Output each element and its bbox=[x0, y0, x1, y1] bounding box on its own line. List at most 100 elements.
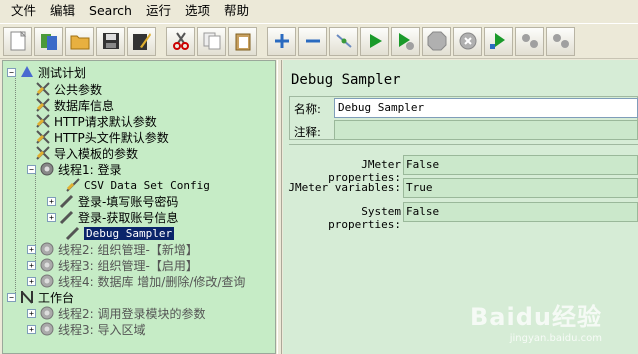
tree-node-config[interactable]: 导入模板的参数 bbox=[35, 145, 138, 161]
tree-node-thread-group[interactable]: + 线程2: 组织管理-【新增】 bbox=[27, 241, 198, 257]
tree-node-label: 工作台 bbox=[38, 290, 75, 305]
save-as-icon bbox=[132, 33, 151, 50]
collapse-toggle[interactable]: − bbox=[7, 292, 16, 302]
menu-file[interactable]: 文件 bbox=[4, 0, 43, 22]
tree-node-label: 线程4: 数据库 增加/删除/修改/查询 bbox=[58, 274, 246, 289]
tree-node-label: 登录-填写账号密码 bbox=[78, 194, 179, 209]
stop-button[interactable] bbox=[422, 26, 451, 56]
remote-shutdown-button[interactable] bbox=[546, 26, 575, 56]
copy-button[interactable] bbox=[197, 26, 226, 56]
tree-node-label: 登录-获取账号信息 bbox=[78, 210, 179, 225]
cut-button[interactable] bbox=[166, 26, 195, 56]
shutdown-button[interactable] bbox=[453, 26, 482, 56]
toolbar bbox=[0, 23, 638, 59]
tree-node-thread-group[interactable]: + 线程2: 调用登录模块的参数 bbox=[27, 305, 206, 321]
save-button[interactable] bbox=[96, 26, 125, 56]
expand-icon bbox=[274, 34, 289, 48]
tree-node-sampler[interactable]: + 登录-获取账号信息 bbox=[47, 209, 178, 225]
name-label: 名称: bbox=[294, 102, 321, 116]
templates-button[interactable] bbox=[34, 26, 63, 56]
expand-toggle[interactable]: + bbox=[27, 244, 36, 254]
system-properties-field[interactable]: False bbox=[403, 202, 638, 222]
expand-toggle[interactable]: + bbox=[27, 308, 36, 318]
baidu-watermark: Baidu经验 bbox=[470, 303, 602, 331]
tree-node-config[interactable]: 公共参数 bbox=[35, 81, 102, 97]
thread-group-icon bbox=[40, 274, 54, 288]
tree-node-thread-group[interactable]: + 线程3: 导入区域 bbox=[27, 321, 146, 337]
expand-toggle[interactable]: + bbox=[27, 324, 36, 334]
pane-splitter[interactable] bbox=[277, 60, 282, 354]
save-as-button[interactable] bbox=[127, 26, 156, 56]
tree-node-debug-sampler[interactable]: Debug Sampler bbox=[65, 225, 175, 241]
baidu-watermark-url: jingyan.baidu.com bbox=[509, 333, 602, 344]
collapse-button[interactable] bbox=[298, 26, 327, 56]
shutdown-icon bbox=[459, 32, 476, 50]
config-element-icon bbox=[36, 130, 50, 144]
menu-help[interactable]: 帮助 bbox=[217, 0, 256, 22]
collapse-icon bbox=[305, 39, 320, 43]
sampler-pencil-icon bbox=[59, 194, 74, 209]
tree-node-config[interactable]: HTTP请求默认参数 bbox=[35, 113, 157, 129]
expand-button[interactable] bbox=[267, 26, 296, 56]
tree-node-label: 线程3: 导入区域 bbox=[58, 322, 146, 337]
config-element-icon bbox=[36, 114, 50, 128]
tree-node-csv-config[interactable]: CSV Data Set Config bbox=[65, 177, 210, 193]
new-button[interactable] bbox=[3, 26, 32, 56]
tree-node-workbench[interactable]: − 工作台 bbox=[7, 289, 74, 305]
comment-field[interactable] bbox=[334, 120, 638, 140]
tree-node-config[interactable]: 数据库信息 bbox=[35, 97, 114, 113]
jmeter-variables-field[interactable]: True bbox=[403, 178, 638, 198]
new-icon bbox=[10, 31, 26, 51]
toggle-button[interactable] bbox=[329, 26, 358, 56]
tree-node-label: CSV Data Set Config bbox=[84, 178, 210, 192]
save-icon bbox=[102, 33, 119, 49]
start-no-pause-button[interactable] bbox=[391, 26, 420, 56]
expand-toggle[interactable]: + bbox=[27, 276, 36, 286]
tree-node-label: HTTP请求默认参数 bbox=[54, 114, 157, 129]
name-field[interactable]: Debug Sampler bbox=[334, 98, 638, 118]
tree-node-thread-group[interactable]: + 线程4: 数据库 增加/删除/修改/查询 bbox=[27, 273, 245, 289]
tree-node-test-plan[interactable]: − 测试计划 bbox=[7, 64, 86, 80]
menu-search[interactable]: Search bbox=[82, 0, 139, 22]
collapse-toggle[interactable]: − bbox=[27, 164, 36, 174]
menu-run[interactable]: 运行 bbox=[139, 0, 178, 22]
start-button[interactable] bbox=[360, 26, 389, 56]
test-plan-tree: − 测试计划 公共参数 数据库信息 HTTP请求默认参数 HTTP头文件默认参数… bbox=[2, 60, 276, 354]
tree-node-sampler[interactable]: + 登录-填写账号密码 bbox=[47, 193, 178, 209]
toggle-icon bbox=[335, 34, 352, 48]
sampler-pencil-icon bbox=[59, 210, 74, 225]
paste-icon bbox=[235, 33, 250, 51]
collapse-toggle[interactable]: − bbox=[7, 67, 16, 77]
expand-toggle[interactable]: + bbox=[27, 260, 36, 270]
tree-node-config[interactable]: HTTP头文件默认参数 bbox=[35, 129, 169, 145]
tree-node-thread-group[interactable]: − 线程1: 登录 bbox=[27, 161, 122, 177]
remote-start-button[interactable] bbox=[484, 26, 513, 56]
expand-toggle[interactable]: + bbox=[47, 212, 56, 222]
jmeter-properties-field[interactable]: False bbox=[403, 155, 638, 175]
tree-node-label: 数据库信息 bbox=[54, 98, 115, 113]
comment-label: 注释: bbox=[294, 125, 321, 139]
thread-group-icon bbox=[40, 162, 54, 176]
tree-node-label: Debug Sampler bbox=[84, 226, 175, 240]
config-element-icon bbox=[36, 146, 50, 160]
tree-node-thread-group[interactable]: + 线程3: 组织管理-【启用】 bbox=[27, 257, 198, 273]
start-no-pause-icon bbox=[398, 33, 414, 50]
remote-stop-button[interactable] bbox=[515, 26, 544, 56]
open-button[interactable] bbox=[65, 26, 94, 56]
menu-edit[interactable]: 编辑 bbox=[43, 0, 82, 22]
tree-node-label: HTTP头文件默认参数 bbox=[54, 130, 169, 145]
copy-icon bbox=[203, 32, 220, 50]
config-element-icon bbox=[36, 98, 50, 112]
thread-group-icon bbox=[40, 258, 54, 272]
jmeter-variables-label: JMeter variables: bbox=[288, 181, 401, 194]
paste-button[interactable] bbox=[228, 26, 257, 56]
remote-shutdown-icon bbox=[552, 34, 569, 48]
test-plan-icon bbox=[21, 66, 33, 77]
remote-start-icon bbox=[489, 33, 505, 49]
system-properties-label: System properties: bbox=[328, 205, 401, 231]
templates-icon bbox=[40, 34, 57, 50]
name-comment-group: 名称: Debug Sampler 注释: bbox=[289, 96, 638, 140]
expand-toggle[interactable]: + bbox=[47, 196, 56, 206]
thread-group-icon bbox=[40, 306, 54, 320]
menu-options[interactable]: 选项 bbox=[178, 0, 217, 22]
